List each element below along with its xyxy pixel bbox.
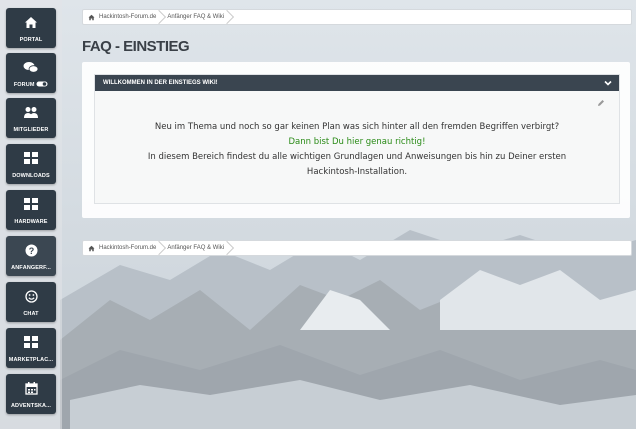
sidebar-item-adventskalender[interactable]: ADVENTSKA... bbox=[6, 374, 56, 414]
sidebar-item-portal[interactable]: PORTAL bbox=[6, 8, 56, 48]
svg-text:?: ? bbox=[28, 246, 34, 256]
breadcrumb: Hackintosh-Forum.de Anfänger FAQ & Wiki bbox=[82, 9, 632, 25]
breadcrumb-label: Anfänger FAQ & Wiki bbox=[167, 245, 225, 251]
sidebar-item-label: DOWNLOADS bbox=[12, 173, 50, 179]
users-icon bbox=[6, 104, 56, 120]
sidebar-item-forum[interactable]: FORUM bbox=[6, 53, 56, 93]
sidebar-item-mitglieder[interactable]: MITGLIEDER bbox=[6, 98, 56, 138]
box-header: WILLKOMMEN IN DER EINSTIEGS WIKI! bbox=[95, 75, 619, 91]
chevron-down-icon[interactable] bbox=[603, 78, 613, 88]
breadcrumb-item-home[interactable]: Hackintosh-Forum.de bbox=[83, 241, 162, 255]
sidebar-item-label: ADVENTSKA... bbox=[10, 403, 51, 409]
welcome-line-3: In diesem Bereich findest du alle wichti… bbox=[147, 152, 567, 162]
breadcrumb-label: Hackintosh-Forum.de bbox=[99, 14, 157, 20]
page-title: FAQ - EINSTIEG bbox=[82, 38, 190, 55]
sidebar-item-hardware[interactable]: HARDWARE bbox=[6, 190, 56, 230]
sidebar-item-label: ANFÄNGERF... bbox=[11, 265, 51, 271]
toggle-icon bbox=[36, 81, 48, 87]
welcome-box: WILLKOMMEN IN DER EINSTIEGS WIKI! Neu im… bbox=[94, 74, 620, 204]
sidebar-item-marketplace[interactable]: MARKETPLAC... bbox=[6, 328, 56, 368]
calendar-icon bbox=[6, 380, 56, 396]
breadcrumb-label: Hackintosh-Forum.de bbox=[99, 245, 157, 251]
welcome-line-highlight: Dann bist Du hier genau richtig! bbox=[288, 137, 426, 147]
chat-bubbles-icon bbox=[6, 59, 56, 75]
sidebar-item-anfaenger-faq[interactable]: ? ANFÄNGERF... bbox=[6, 236, 56, 276]
sidebar-item-label: FORUM bbox=[13, 82, 35, 88]
breadcrumb-item-home[interactable]: Hackintosh-Forum.de bbox=[83, 10, 162, 24]
welcome-line-1: Neu im Thema und noch so gar keinen Plan… bbox=[154, 122, 560, 132]
breadcrumb-item-faq[interactable]: Anfänger FAQ & Wiki bbox=[162, 241, 230, 255]
box-title: WILLKOMMEN IN DER EINSTIEGS WIKI! bbox=[103, 80, 218, 86]
home-icon bbox=[88, 245, 95, 251]
breadcrumb-bottom: Hackintosh-Forum.de Anfänger FAQ & Wiki bbox=[82, 240, 632, 256]
home-icon bbox=[88, 14, 95, 20]
pencil-icon[interactable] bbox=[597, 99, 605, 107]
sidebar-item-downloads[interactable]: DOWNLOADS bbox=[6, 144, 56, 184]
welcome-line-4: Hackintosh-Installation. bbox=[306, 167, 408, 177]
sidebar-item-label: CHAT bbox=[23, 311, 39, 317]
breadcrumb-label: Anfänger FAQ & Wiki bbox=[167, 14, 225, 20]
breadcrumb-item-faq[interactable]: Anfänger FAQ & Wiki bbox=[162, 10, 230, 24]
smiley-icon bbox=[6, 288, 56, 304]
sidebar-item-label: PORTAL bbox=[19, 37, 43, 43]
sidebar-item-chat[interactable]: CHAT bbox=[6, 282, 56, 322]
sidebar-item-label: MITGLIEDER bbox=[13, 127, 49, 133]
question-circle-icon: ? bbox=[6, 242, 56, 258]
welcome-text: Neu im Thema und noch so gar keinen Plan… bbox=[95, 120, 619, 180]
sidebar-item-label: MARKETPLAC... bbox=[8, 357, 54, 363]
grid-icon bbox=[6, 334, 56, 350]
sidebar: PORTAL FORUM MITGLIEDER DOWNLOADS HARDWA… bbox=[0, 0, 62, 429]
home-icon bbox=[6, 14, 56, 30]
sidebar-item-label: HARDWARE bbox=[14, 219, 48, 225]
grid-icon bbox=[6, 150, 56, 166]
grid-icon bbox=[6, 196, 56, 212]
content-panel: WILLKOMMEN IN DER EINSTIEGS WIKI! Neu im… bbox=[82, 62, 630, 218]
